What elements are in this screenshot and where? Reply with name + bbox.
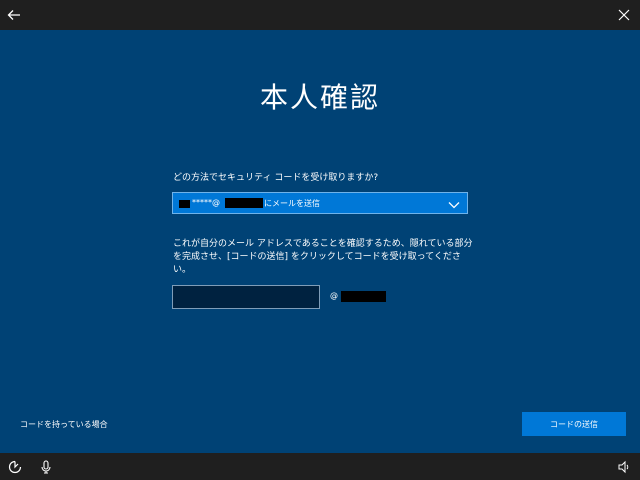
have-code-link[interactable]: コードを持っている場合: [20, 419, 108, 430]
instruction-text: これが自分のメール アドレスであることを確認するため、隠れている部分を完成させ、…: [173, 239, 473, 275]
ease-of-access-icon[interactable]: [7, 459, 23, 475]
verification-method-dropdown[interactable]: *****@ にメールを送信: [172, 192, 468, 214]
close-icon[interactable]: [614, 5, 634, 25]
bottom-bar: [0, 453, 640, 480]
domain-at-sign: @: [330, 291, 338, 300]
microphone-icon[interactable]: [38, 459, 54, 475]
volume-icon[interactable]: [616, 459, 632, 475]
title-bar: [0, 0, 640, 30]
redacted-text: [225, 198, 263, 208]
back-arrow-icon[interactable]: [4, 5, 24, 25]
masked-email-local: *****@: [192, 198, 220, 207]
send-code-button-label: コードの送信: [550, 419, 598, 429]
send-code-button[interactable]: コードの送信: [522, 412, 626, 436]
method-question-label: どの方法でセキュリティ コードを受け取りますか?: [173, 173, 379, 183]
method-selected-text: にメールを送信: [264, 199, 320, 208]
page-title: 本人確認: [259, 81, 380, 114]
redacted-text: [179, 200, 190, 208]
email-completion-input[interactable]: [172, 285, 320, 309]
redacted-domain: [341, 291, 386, 302]
chevron-down-icon: [447, 197, 461, 211]
